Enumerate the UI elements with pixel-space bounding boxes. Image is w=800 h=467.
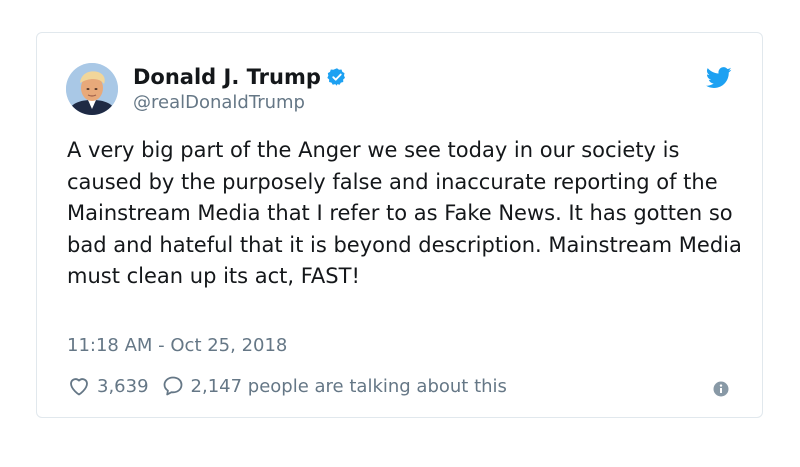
- heart-icon: [70, 378, 88, 396]
- reply-button[interactable]: 2,147 people are talking about this: [161, 374, 507, 398]
- tweet-card: Donald J. Trump @realDonaldTrump A very …: [36, 32, 763, 418]
- timestamp[interactable]: 11:18 AM - Oct 25, 2018: [67, 335, 287, 356]
- info-icon[interactable]: [713, 381, 729, 397]
- tweet-text: A very big part of the Anger we see toda…: [67, 138, 742, 288]
- handle[interactable]: @realDonaldTrump: [133, 92, 305, 113]
- twitter-bird-icon[interactable]: [705, 67, 732, 89]
- like-button[interactable]: 3,639: [67, 374, 149, 398]
- avatar[interactable]: [66, 63, 118, 115]
- author-name-row[interactable]: Donald J. Trump: [133, 65, 347, 89]
- talking-count: 2,147 people are talking about this: [190, 375, 507, 397]
- display-name[interactable]: Donald J. Trump: [133, 65, 321, 89]
- like-count: 3,639: [97, 375, 149, 397]
- tweet-actions: 3,639 2,147 people are talking about thi…: [67, 374, 507, 398]
- speech-bubble-icon: [163, 376, 182, 396]
- verified-badge-icon: [327, 67, 347, 87]
